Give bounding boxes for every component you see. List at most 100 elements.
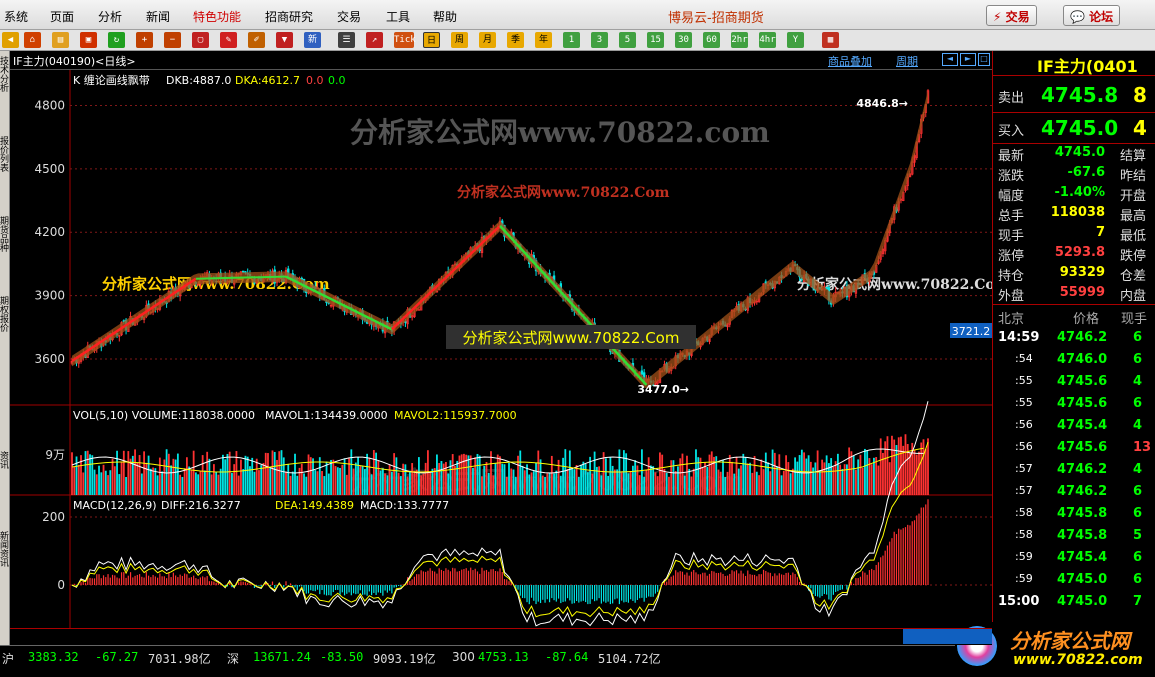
filter-icon[interactable]: ▼ [276, 32, 293, 48]
volume-bar [852, 455, 855, 495]
volume-bar [746, 463, 749, 495]
forum-button[interactable]: 💬 论坛 [1063, 5, 1121, 26]
volume-bar [185, 457, 188, 495]
period-day-button[interactable]: 日 [423, 32, 440, 48]
macd-label: MACD:133.7777 [360, 499, 449, 512]
refresh-icon[interactable]: ↻ [108, 32, 125, 48]
zoom-out-icon[interactable]: − [164, 32, 181, 48]
brush-icon[interactable]: ✐ [248, 32, 265, 48]
chart-icon[interactable]: ↗ [366, 32, 383, 48]
home-icon[interactable]: ⌂ [24, 32, 41, 48]
index-value: 13671.24 [253, 650, 311, 664]
tab-info[interactable]: 资讯 [0, 451, 10, 521]
period-quarter-button[interactable]: 季 [507, 32, 524, 48]
field-label: 总手 [998, 209, 1025, 224]
period-link[interactable]: 周期 [896, 53, 918, 69]
grid-icon[interactable]: ▦ [822, 32, 839, 48]
volume-bar [485, 461, 488, 495]
volume-bar [447, 473, 450, 495]
period-5min-button[interactable]: 5 [619, 32, 636, 48]
window-icon[interactable]: ▢ [192, 32, 209, 48]
tick-header-time: 北京 [998, 312, 1025, 327]
field-label-right: 最高 [1120, 209, 1147, 224]
watermark-text: 分析家公式网www.70822.com [350, 116, 770, 149]
scroll-left-icon[interactable]: ◄ [942, 53, 958, 66]
menu-help[interactable]: 帮助 [433, 8, 457, 25]
new-icon[interactable]: 新 [304, 32, 321, 48]
volume-bar [375, 452, 378, 495]
x-cursor-date [903, 629, 992, 644]
menu-news[interactable]: 新闻 [146, 8, 170, 25]
volume-bar [647, 457, 650, 495]
volume-bar [535, 462, 537, 495]
volume-bar [357, 456, 359, 495]
tv-icon[interactable]: ▣ [80, 32, 97, 48]
volume-bar [607, 475, 610, 495]
volume-bar [352, 468, 355, 495]
period-60min-button[interactable]: 60 [703, 32, 720, 48]
volume-bar [149, 468, 152, 495]
volume-bar [688, 468, 691, 495]
chart-area[interactable]: 4800 4500 4200 3900 3600 分析家公式网www.70822.com… [10, 70, 992, 628]
folder-icon[interactable]: ▤ [52, 32, 69, 48]
menu-trade[interactable]: 交易 [337, 8, 361, 25]
period-30min-button[interactable]: 30 [675, 32, 692, 48]
volume-bar [886, 436, 889, 495]
tab-technical[interactable]: 技术分析 [0, 56, 10, 126]
scroll-right-icon[interactable]: ► [960, 53, 976, 66]
volume-bar [138, 455, 141, 495]
low-label: 3477.0→ [637, 383, 689, 396]
menu-page[interactable]: 页面 [50, 8, 74, 25]
volume-bar [776, 466, 778, 495]
menu-analysis[interactable]: 分析 [98, 8, 122, 25]
volume-bar [791, 468, 794, 495]
period-month-button[interactable]: 月 [479, 32, 496, 48]
volume-bar [237, 475, 240, 495]
period-2hr-button[interactable]: 2hr [731, 32, 748, 48]
period-3min-button[interactable]: 3 [591, 32, 608, 48]
menu-system[interactable]: 系统 [4, 8, 28, 25]
tab-news[interactable]: 新闻资讯 [0, 531, 10, 601]
volume-bar [521, 465, 524, 495]
volume-bar [913, 449, 916, 495]
volume-bar [113, 466, 116, 495]
volume-bar [879, 438, 882, 495]
tick-qty: 13 [1133, 440, 1152, 455]
tab-quotes[interactable]: 报价列表 [0, 136, 10, 206]
volume-bar [282, 457, 285, 495]
tab-options[interactable]: 期权报价 [0, 296, 10, 366]
period-custom-button[interactable]: Y [787, 32, 804, 48]
tick-button[interactable]: Tick [394, 32, 416, 48]
period-1min-button[interactable]: 1 [563, 32, 580, 48]
pen-icon[interactable]: ✎ [220, 32, 237, 48]
tick-time: :57 [1015, 484, 1033, 497]
volume-bar [273, 451, 276, 495]
period-week-button[interactable]: 周 [451, 32, 468, 48]
maximize-icon[interactable]: □ [978, 53, 990, 66]
volume-bar [291, 471, 294, 495]
tick-price: 4746.2 [1057, 484, 1108, 499]
field-label: 涨停 [998, 249, 1025, 264]
volume-bar [194, 472, 197, 495]
menu-tools[interactable]: 工具 [386, 8, 410, 25]
period-4hr-button[interactable]: 4hr [759, 32, 776, 48]
volume-bar [298, 467, 301, 495]
trade-button[interactable]: ⚡ 交易 [986, 5, 1037, 26]
list-icon[interactable]: ☰ [338, 32, 355, 48]
menu-features[interactable]: 特色功能 [193, 8, 241, 25]
field-label: 最新 [998, 149, 1025, 164]
tab-futures[interactable]: 期货品种 [0, 216, 10, 286]
period-15min-button[interactable]: 15 [647, 32, 664, 48]
tick-qty: 6 [1133, 550, 1143, 565]
menu-bar: 系统 页面 分析 新闻 特色功能 招商研究 交易 工具 帮助 博易云-招商期货 … [0, 0, 1155, 30]
volume-bar [638, 475, 641, 495]
volume-bar [659, 452, 661, 495]
back-icon[interactable]: ◀ [2, 32, 19, 48]
field-label-right: 仓差 [1120, 269, 1147, 284]
menu-research[interactable]: 招商研究 [265, 8, 313, 25]
volume-bar [276, 459, 278, 495]
period-year-button[interactable]: 年 [535, 32, 552, 48]
overlay-link[interactable]: 商品叠加 [828, 53, 872, 69]
zoom-in-icon[interactable]: + [136, 32, 153, 48]
chat-icon: 💬 [1070, 10, 1085, 24]
